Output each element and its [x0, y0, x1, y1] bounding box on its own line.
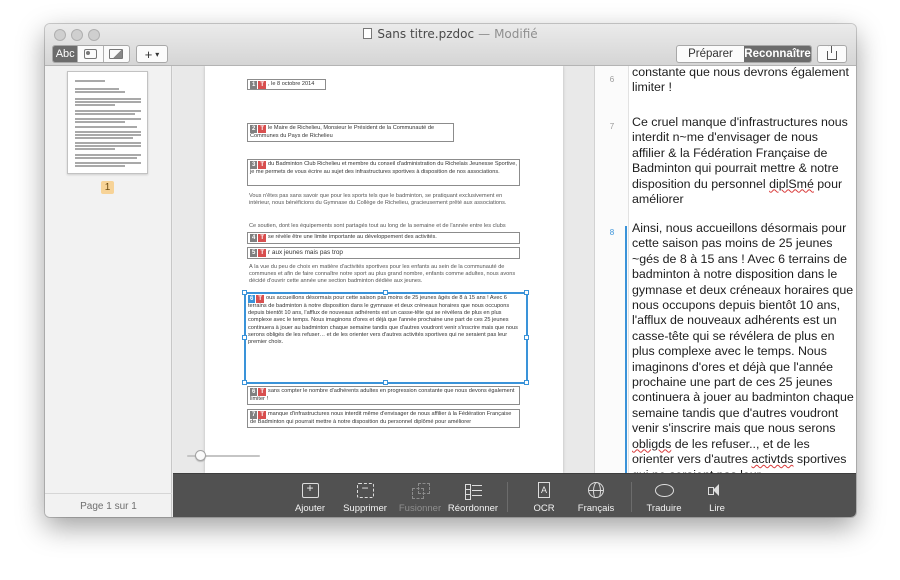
document-canvas[interactable]: 1T, le 8 octobre 2014 2 Tle Maire de Rich…: [173, 66, 594, 473]
resize-handle[interactable]: [383, 290, 388, 295]
resize-handle[interactable]: [383, 380, 388, 385]
view-person-button[interactable]: [78, 46, 104, 62]
resize-handle[interactable]: [524, 380, 529, 385]
page-paragraph: Ce soutien, dont les équipements sont pa…: [249, 223, 506, 229]
document-page[interactable]: 1T, le 8 octobre 2014 2 Tle Maire de Rich…: [205, 66, 563, 473]
app-window: Sans titre.pzdoc — Modifié Abc + ▾ Préparer…: [45, 24, 856, 517]
resize-handle[interactable]: [524, 335, 529, 340]
add-block-button[interactable]: Ajouter: [290, 481, 330, 515]
list-order-icon: [464, 483, 482, 500]
resize-handle[interactable]: [242, 380, 247, 385]
spelling-error: obligds: [632, 436, 672, 451]
merge-icon: [411, 482, 430, 499]
text-block[interactable]: 3 Tdu Badminton Club Richelieu et membre …: [247, 159, 520, 186]
bottom-toolbar: Ajouter Supprimer Fusionner Réordonner A…: [173, 473, 856, 517]
resize-handle[interactable]: [242, 335, 247, 340]
window-title: Sans titre.pzdoc — Modifié: [45, 27, 856, 41]
text-block[interactable]: 5Tr aux jeunes mais pas trop: [247, 247, 520, 259]
chevron-down-icon: ▾: [155, 49, 160, 59]
paragraph-number: 6: [609, 75, 615, 84]
delete-block-icon: [356, 481, 374, 498]
recognized-text-panel[interactable]: 6 constante que nous devrons également l…: [594, 66, 856, 473]
text-block[interactable]: 4 Tse révèle être une limite importante a…: [247, 232, 520, 244]
language-button[interactable]: Français: [571, 481, 621, 515]
share-icon: [827, 46, 837, 60]
document-status: Modifié: [494, 27, 538, 41]
document-icon: [363, 28, 373, 39]
text-block[interactable]: 7 Tmanque d'infrastructures nous interdit…: [247, 409, 520, 428]
resize-handle[interactable]: [242, 290, 247, 295]
ocr-page-icon: A: [538, 482, 550, 498]
delete-block-button[interactable]: Supprimer: [337, 481, 393, 515]
page-thumbnail[interactable]: [67, 71, 148, 174]
spelling-error: diplSmé: [769, 176, 814, 191]
view-image-button[interactable]: [104, 46, 129, 62]
view-text-button[interactable]: Abc: [53, 46, 79, 62]
zoom-slider-knob[interactable]: [195, 450, 206, 461]
text-block[interactable]: 1T, le 8 octobre 2014: [247, 79, 326, 90]
title-toolbar: Sans titre.pzdoc — Modifié Abc + ▾ Préparer…: [45, 24, 856, 66]
page-thumbnails-sidebar: 1 Page 1 sur 1: [45, 66, 172, 517]
page-indicator: Page 1 sur 1: [80, 501, 137, 512]
mode-recognize-button[interactable]: Reconnaître: [744, 46, 811, 62]
add-menu-button[interactable]: + ▾: [136, 45, 168, 63]
ocr-button[interactable]: A OCR: [524, 481, 564, 515]
text-block[interactable]: 2 Tle Maire de Richelieu, Monsieur le Pré…: [247, 123, 454, 142]
document-name: Sans titre.pzdoc: [377, 27, 475, 41]
globe-icon: [588, 482, 604, 498]
image-icon: [109, 49, 124, 59]
person-card-icon: [84, 49, 98, 59]
recognized-paragraph[interactable]: Ce cruel manque d'infrastructures nous i…: [632, 115, 854, 207]
speech-bubble-icon: [654, 483, 674, 497]
spelling-error: activtds: [751, 452, 794, 467]
selected-text-block[interactable]: 6 Tous accueillons désormais pour cette s…: [244, 292, 528, 384]
recognized-paragraph[interactable]: constante que nous devrons également lim…: [632, 66, 854, 96]
merge-blocks-button[interactable]: Fusionner: [395, 481, 445, 515]
mode-prepare-button[interactable]: Préparer: [677, 46, 744, 62]
text-block[interactable]: 6 Tsans compter le nombre d'adhérents adu…: [247, 386, 520, 405]
add-block-icon: [301, 481, 319, 498]
speaker-icon: [708, 483, 726, 498]
page-number-badge: 1: [101, 181, 114, 194]
read-aloud-button[interactable]: Lire: [699, 481, 735, 515]
recognized-paragraph-active[interactable]: Ainsi, nous accueillons désormais pour c…: [632, 221, 854, 473]
page-paragraph: À la vue du peu de choix en matière d'ac…: [249, 264, 516, 285]
reorder-button[interactable]: Réordonner: [445, 481, 501, 515]
mode-segmented: Préparer Reconnaître: [676, 45, 812, 63]
paragraph-number: 7: [609, 122, 615, 131]
page-paragraph: Vous n'êtes pas sans savoir que pour les…: [249, 193, 507, 207]
view-mode-segmented: Abc: [52, 45, 130, 63]
paragraph-number: 8: [609, 228, 615, 237]
active-paragraph-marker: [625, 226, 627, 473]
share-button[interactable]: [817, 45, 847, 63]
translate-button[interactable]: Traduire: [642, 481, 686, 515]
resize-handle[interactable]: [524, 290, 529, 295]
